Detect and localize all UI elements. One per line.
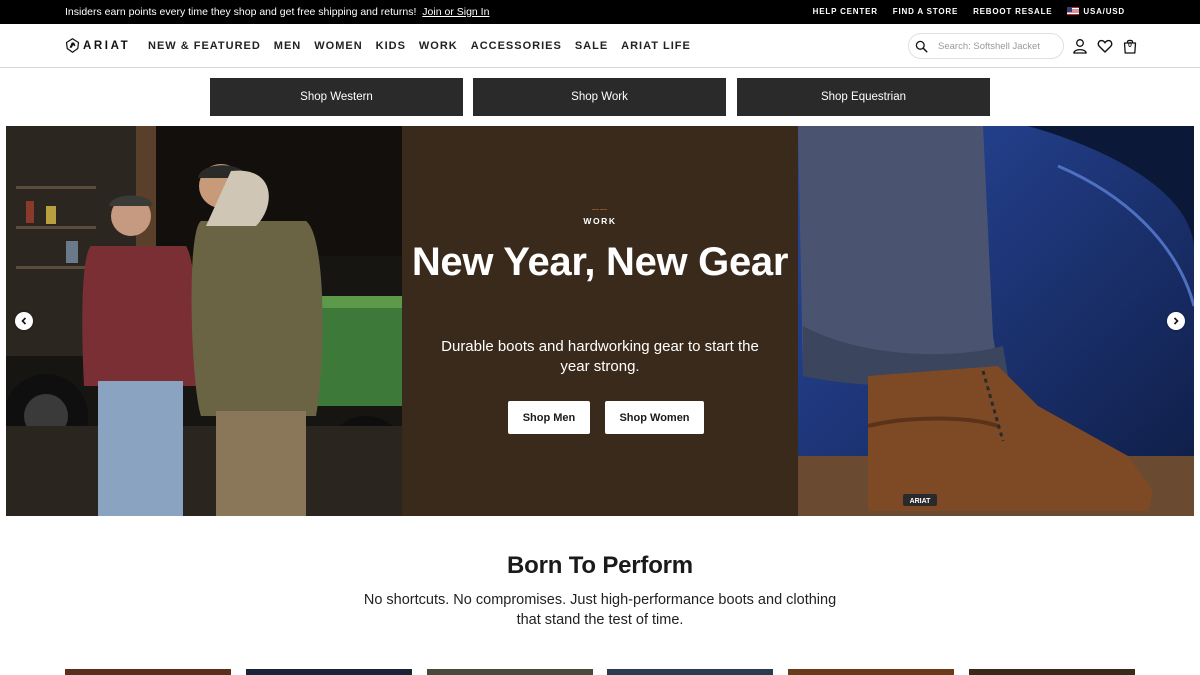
hero-eyebrow: WORK [583,216,617,226]
help-center-link[interactable]: HELP CENTER [813,7,878,16]
product-thumb-5[interactable] [788,669,954,675]
locale-selector[interactable]: USA/USD [1067,7,1125,16]
hero-image-workers [6,126,402,516]
shop-men-button[interactable]: Shop Men [508,401,590,434]
us-flag-icon [1067,7,1080,15]
nav-accessories[interactable]: ACCESSORIES [471,40,562,52]
product-thumb-2[interactable] [246,669,412,675]
nav-ariat-life[interactable]: ARIAT LIFE [621,40,691,52]
find-store-link[interactable]: FIND A STORE [893,7,958,16]
locale-label: USA/USD [1083,7,1125,16]
shop-equestrian-button[interactable]: Shop Equestrian [737,78,990,116]
carousel-prev-button[interactable] [15,312,33,330]
hero-headline: New Year, New Gear [411,240,789,284]
bag-icon[interactable]: 0 [1122,38,1138,54]
product-thumb-4[interactable] [607,669,773,675]
search-input[interactable] [938,40,1053,52]
product-thumb-1[interactable] [65,669,231,675]
main-nav: NEW & FEATURED MEN WOMEN KIDS WORK ACCES… [148,40,691,52]
hero-image-boot: ARIAT [798,126,1194,516]
search-box[interactable] [908,33,1064,59]
chevron-left-icon [21,317,27,325]
shop-women-button[interactable]: Shop Women [605,401,704,434]
shop-work-button[interactable]: Shop Work [473,78,726,116]
product-thumb-6[interactable] [969,669,1135,675]
brand-ornament-icon: —— [592,206,608,213]
horse-head-logo-icon [65,38,80,53]
product-thumb-3[interactable] [427,669,593,675]
promo-text: Insiders earn points every time they sho… [65,6,417,18]
search-icon[interactable] [915,40,928,53]
nav-kids[interactable]: KIDS [376,40,406,52]
section-title: Born To Perform [507,552,693,579]
reboot-resale-link[interactable]: REBOOT RESALE [973,7,1052,16]
chevron-right-icon [1173,317,1179,325]
promo-bar: Insiders earn points every time they sho… [0,0,1200,24]
heart-icon[interactable] [1097,38,1113,54]
section-subtitle: No shortcuts. No compromises. Just high-… [363,592,837,628]
cart-count: 0 [1128,42,1132,49]
hero-carousel: —— WORK New Year, New Gear Durable boots… [6,126,1194,516]
shop-western-button[interactable]: Shop Western [210,78,463,116]
nav-sale[interactable]: SALE [575,40,608,52]
header-icons: 0 [1072,38,1138,54]
hero-text-panel: —— WORK New Year, New Gear Durable boots… [402,126,798,516]
promo-message: Insiders earn points every time they sho… [65,6,489,18]
nav-new-featured[interactable]: NEW & FEATURED [148,40,261,52]
boot-badge: ARIAT [910,498,932,505]
hero-subhead: Durable boots and hardworking gear to st… [441,338,759,375]
logo-wordmark: ARIAT [83,39,131,52]
join-signin-link[interactable]: Join or Sign In [422,6,489,18]
carousel-next-button[interactable] [1167,312,1185,330]
nav-women[interactable]: WOMEN [314,40,362,52]
utility-links: HELP CENTER FIND A STORE REBOOT RESALE U… [813,7,1125,16]
site-header: ARIAT NEW & FEATURED MEN WOMEN KIDS WORK… [0,24,1200,68]
nav-men[interactable]: MEN [274,40,301,52]
nav-work[interactable]: WORK [419,40,458,52]
ariat-logo[interactable]: ARIAT [65,38,130,53]
account-icon[interactable] [1072,38,1088,54]
